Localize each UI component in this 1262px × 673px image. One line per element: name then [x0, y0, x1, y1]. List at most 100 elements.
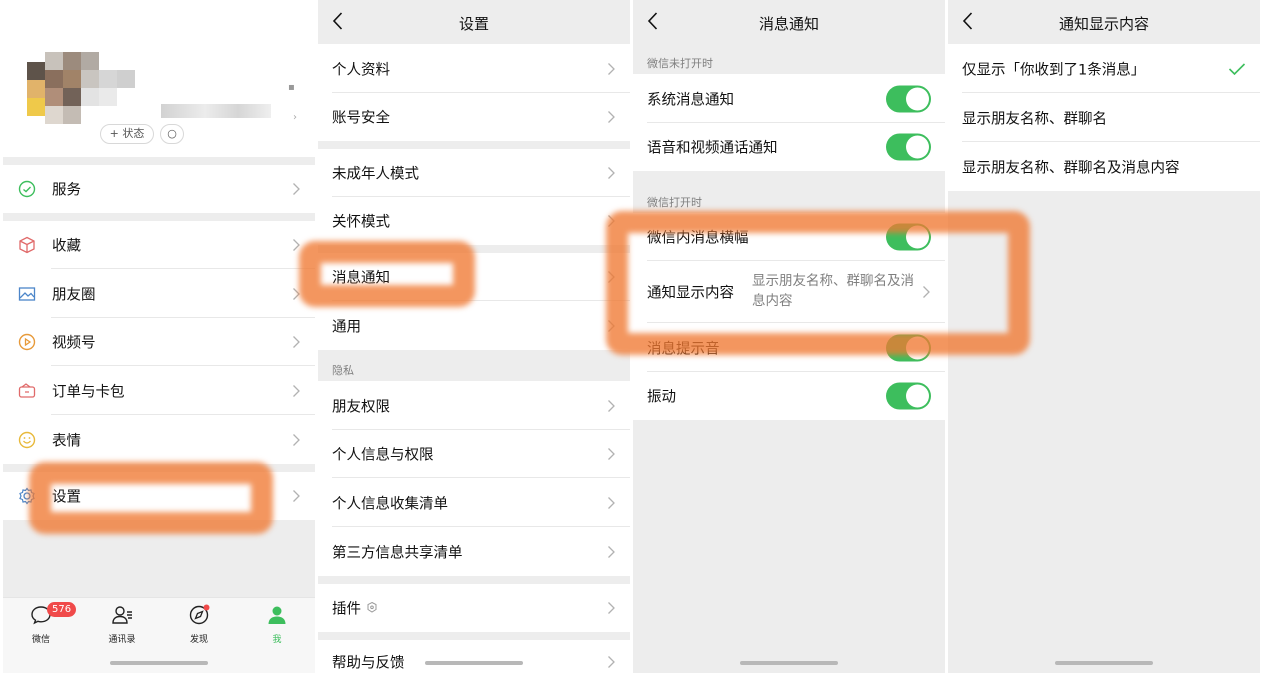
menu-item-label: 朋友圈	[52, 287, 96, 303]
settings-item-general[interactable]: 通用	[318, 301, 630, 350]
status-circle-button[interactable]: ○	[160, 124, 184, 144]
profile-name-blur	[161, 104, 271, 118]
tab-chats[interactable]: 576 微信	[11, 602, 77, 645]
menu-item-channels[interactable]: 视频号	[3, 318, 315, 366]
option-label: 显示朋友名称、群聊名及消息内容	[962, 160, 1180, 176]
notify-item-label: 微信内消息横幅	[647, 230, 749, 247]
page-title: 消息通知	[758, 15, 819, 33]
cube-icon	[19, 236, 35, 254]
tab-label: 发现	[189, 635, 208, 645]
tab-contacts[interactable]: 通讯录	[92, 604, 152, 645]
unread-badge: 576	[47, 602, 77, 617]
settings-item-label: 插件	[332, 601, 361, 618]
chevron-right-icon	[608, 399, 615, 412]
qr-icon[interactable]: ▪	[288, 82, 295, 93]
settings-item-third-party-sharing-list[interactable]: 第三方信息共享清单	[318, 527, 630, 576]
content-option-names[interactable]: 显示朋友名称、群聊名	[948, 93, 1260, 142]
chevron-right-icon	[608, 271, 615, 283]
tab-label: 我	[272, 635, 282, 645]
chevron-right-icon	[608, 602, 615, 614]
tab-discover[interactable]: 发现	[169, 604, 229, 645]
notify-item-label: 通知显示内容	[647, 285, 734, 302]
system-notify-toggle[interactable]	[886, 85, 931, 112]
settings-item-label: 帮助与反馈	[332, 655, 405, 672]
bottom-tab-bar: 576 微信 通讯录 发现 我	[3, 597, 315, 673]
menu-item-label: 订单与卡包	[52, 384, 125, 400]
chevron-right-icon	[923, 286, 930, 298]
status-button[interactable]: + 状态	[100, 124, 154, 144]
chevron-right-icon	[293, 239, 300, 251]
menu-item-moments[interactable]: 朋友圈	[3, 269, 315, 318]
settings-item-info-collection-list[interactable]: 个人信息收集清单	[318, 478, 630, 527]
call-notify-toggle[interactable]	[886, 133, 931, 161]
person-icon	[268, 606, 286, 624]
settings-item-profile[interactable]: 个人资料	[318, 44, 630, 93]
notify-item-banner: 微信内消息横幅	[633, 213, 945, 261]
chevron-right-icon	[293, 433, 300, 446]
display-content-value: 显示朋友名称、群聊名及消息内容	[752, 273, 914, 309]
chevron-right-icon	[293, 490, 300, 502]
avatar	[27, 52, 147, 124]
notify-item-system: 系统消息通知	[633, 74, 945, 123]
menu-item-stickers[interactable]: 表情	[3, 415, 315, 464]
contacts-icon	[112, 606, 132, 624]
chevron-right-icon	[608, 656, 615, 668]
page-title: 通知显示内容	[1058, 15, 1149, 33]
gear-icon	[19, 487, 35, 505]
chevron-right-icon	[608, 319, 615, 332]
settings-item-personal-info-permissions[interactable]: 个人信息与权限	[318, 430, 630, 478]
me-panel: ▪ › + 状态 ○ 服务 收藏 朋友圈 视频号 订单与卡包 表情 设置 576…	[3, 0, 315, 673]
section-header-open: 微信打开时	[647, 196, 702, 209]
home-indicator	[740, 661, 838, 665]
settings-panel: 设置 个人资料 账号安全 未成年人模式 关怀模式 消息通知 通用 隐私 朋友权限…	[318, 0, 630, 673]
menu-item-label: 设置	[52, 489, 81, 506]
section-header-closed: 微信未打开时	[647, 57, 713, 70]
play-circle-icon	[18, 333, 36, 351]
menu-item-label: 服务	[52, 182, 81, 199]
settings-item-care-mode[interactable]: 关怀模式	[318, 197, 630, 245]
settings-item-label: 关怀模式	[332, 214, 390, 231]
notify-item-label: 振动	[647, 389, 676, 406]
settings-item-friend-permissions[interactable]: 朋友权限	[318, 381, 630, 430]
notify-item-label: 消息提示音	[647, 341, 720, 357]
banner-toggle[interactable]	[886, 223, 931, 251]
settings-item-label: 第三方信息共享清单	[332, 545, 463, 561]
menu-item-orders-cards[interactable]: 订单与卡包	[3, 366, 315, 415]
check-icon	[1228, 62, 1246, 75]
home-indicator	[1055, 661, 1153, 665]
menu-item-label: 表情	[52, 433, 81, 449]
menu-item-label: 视频号	[52, 335, 96, 352]
display-content-panel: 通知显示内容 仅显示「你收到了1条消息」 显示朋友名称、群聊名 显示朋友名称、群…	[948, 0, 1260, 673]
notify-item-display-content[interactable]: 通知显示内容 显示朋友名称、群聊名及消息内容	[633, 261, 945, 323]
section-header-privacy: 隐私	[332, 364, 354, 377]
nav-bar: 消息通知	[633, 0, 945, 44]
settings-item-plugins[interactable]: 插件	[318, 584, 630, 632]
wallet-icon	[18, 382, 36, 398]
image-icon	[18, 286, 36, 301]
menu-item-settings[interactable]: 设置	[3, 472, 315, 520]
settings-item-account-security[interactable]: 账号安全	[318, 93, 630, 141]
vibrate-toggle[interactable]	[886, 382, 931, 410]
settings-item-minor-mode[interactable]: 未成年人模式	[318, 149, 630, 197]
compass-icon	[189, 604, 210, 625]
home-indicator	[425, 661, 523, 665]
home-indicator	[110, 661, 208, 665]
settings-item-notifications[interactable]: 消息通知	[318, 253, 630, 301]
notify-item-call: 语音和视频通话通知	[633, 123, 945, 171]
nav-bar: 设置	[318, 0, 630, 44]
settings-item-help-feedback[interactable]: 帮助与反馈	[318, 640, 630, 673]
tab-me[interactable]: 我	[247, 604, 307, 645]
content-option-count-only[interactable]: 仅显示「你收到了1条消息」	[948, 44, 1260, 93]
tab-label: 微信	[31, 635, 50, 645]
menu-item-favorites[interactable]: 收藏	[3, 221, 315, 269]
notify-item-label: 语音和视频通话通知	[647, 140, 778, 157]
chevron-right-icon	[608, 62, 615, 75]
chevron-right-icon	[293, 336, 300, 348]
chevron-right-icon: ›	[293, 112, 297, 123]
settings-item-label: 未成年人模式	[332, 166, 419, 183]
content-option-names-and-content[interactable]: 显示朋友名称、群聊名及消息内容	[948, 142, 1260, 191]
menu-item-service[interactable]: 服务	[3, 165, 315, 213]
notifications-panel: 消息通知 微信未打开时 系统消息通知 语音和视频通话通知 微信打开时 微信内消息…	[633, 0, 945, 673]
sound-toggle[interactable]	[886, 334, 931, 361]
profile-header[interactable]: ▪ › + 状态 ○	[3, 0, 315, 157]
